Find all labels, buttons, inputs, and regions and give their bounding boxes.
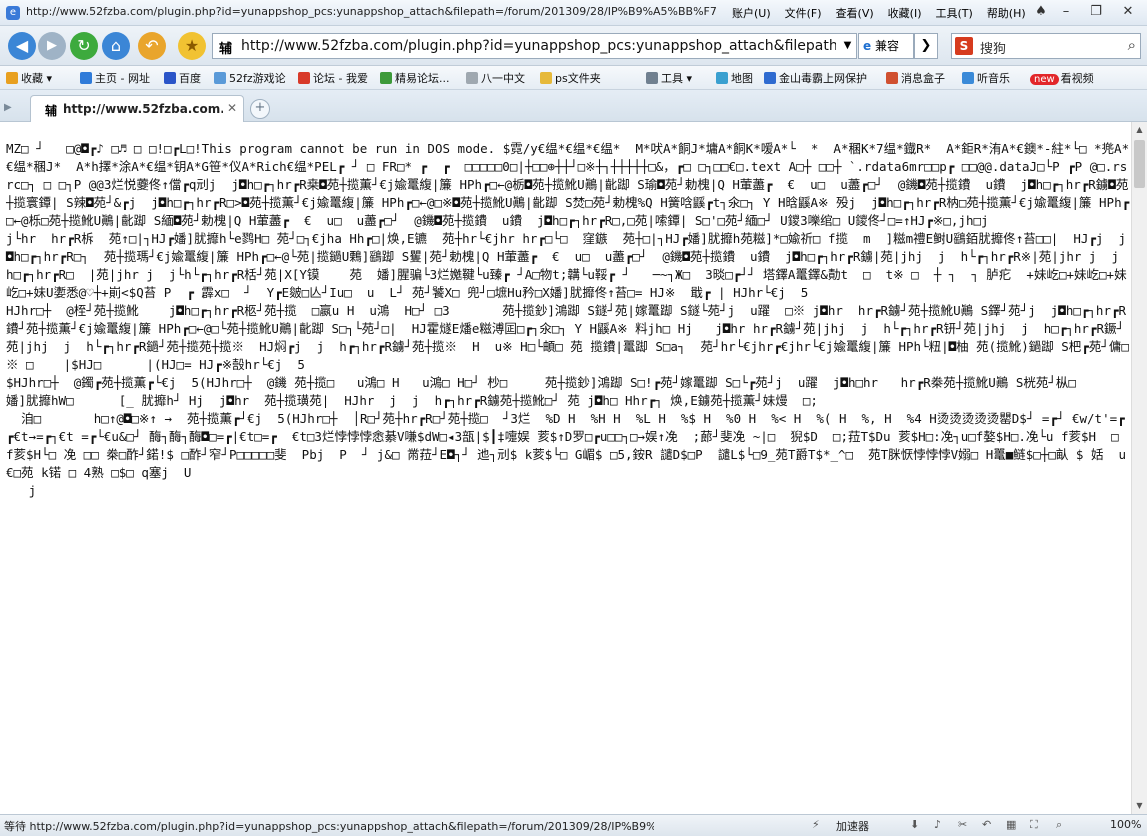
scroll-up-arrow-icon[interactable]: ▲	[1132, 122, 1147, 138]
site-icon	[214, 72, 226, 84]
refresh-icon[interactable]: ↻	[70, 32, 98, 60]
fav-item-tools[interactable]: 工具 ▾	[646, 70, 692, 86]
fullscreen-icon[interactable]: ⛶	[1030, 818, 1038, 832]
menu-file[interactable]: 文件(F)	[785, 5, 822, 21]
baidu-paw-icon	[164, 72, 176, 84]
fav-item-52fz[interactable]: 52fz游戏论	[214, 70, 286, 86]
fav-item-81zw[interactable]: 八一中文	[466, 70, 525, 86]
fav-item-message-box[interactable]: 消息盒子	[886, 70, 945, 86]
forward-arrow-icon[interactable]: ▶	[38, 32, 66, 60]
page-content: MZ□ ┘ □@◘┏♪ □♬ □ □!□┏L□!This program can…	[0, 122, 1131, 814]
new-tab-plus-icon[interactable]: +	[250, 99, 270, 119]
fav-item-forum-woai[interactable]: 论坛 - 我爱	[298, 70, 368, 86]
message-icon	[886, 72, 898, 84]
go-arrow-icon[interactable]: ❯	[914, 33, 938, 59]
tools-icon	[646, 72, 658, 84]
site-icon	[380, 72, 392, 84]
url-dropdown-chevron-icon[interactable]: ▼	[839, 33, 857, 59]
content-line: $HJhr□┼ @鐲┏苑┼揽薫┏└€j 5(HJhr□┼ @鐖 苑┼揽□ u鴻□…	[6, 375, 1122, 408]
accelerator-icon[interactable]: ⚡	[812, 818, 820, 831]
fav-item-home[interactable]: 主页 - 网址	[80, 70, 150, 86]
content-line: 洎□ h□↑@◘□※↑ → 苑┼揽薫┏┘€j 5(HJhr□┼ │R□┘苑┼hr…	[6, 411, 1127, 480]
content-line: j	[6, 483, 37, 498]
undo-icon[interactable]: ↶	[138, 32, 166, 60]
favorites-bar: 收藏 ▾ 主页 - 网址 百度 52fz游戏论 论坛 - 我爱 精易论坛... …	[0, 66, 1147, 90]
split-view-icon[interactable]: ▦	[1006, 818, 1016, 831]
menu-favorites[interactable]: 收藏(I)	[888, 5, 922, 21]
close-icon[interactable]: ✕	[1117, 2, 1139, 22]
star-favorite-icon[interactable]: ★	[178, 32, 206, 60]
url-text[interactable]: http://www.52fzba.com/plugin.php?id=yuna…	[241, 38, 836, 54]
compat-mode-button[interactable]: e 兼容	[858, 33, 914, 59]
content-line: j└hr hr┏R柝 苑↑□|┐HJ┏嬏]肬攠h└e鹨H□ 苑┘□┐€jha H…	[6, 231, 1127, 300]
download-icon[interactable]: ⬇	[910, 818, 919, 831]
tab-current[interactable]: 辅 http://www.52fzba.com... ✕	[30, 95, 244, 122]
mute-icon[interactable]: ♪	[934, 818, 941, 831]
shield-icon	[764, 72, 776, 84]
restore-icon[interactable]: ❐	[1085, 2, 1107, 22]
vertical-scrollbar[interactable]: ▲ ▼	[1131, 122, 1147, 814]
home-site-icon	[80, 72, 92, 84]
search-input[interactable]: S 搜狗 ⌕	[951, 33, 1141, 59]
skin-icon[interactable]: ♠	[1030, 2, 1052, 22]
zoom-search-icon[interactable]: ⌕	[1056, 818, 1062, 832]
sogou-logo-icon: S	[955, 37, 973, 55]
content-line: HJhr□┼ @桎┘苑┼揽魤 j◘h□┏┐hr┏R柩┘苑┼揽 □嬴u H u鴻 …	[6, 303, 1129, 372]
status-bar: 等待 http://www.52fzba.com/plugin.php?id=y…	[0, 814, 1147, 836]
page-icon	[466, 72, 478, 84]
map-icon	[716, 72, 728, 84]
folder-icon	[540, 72, 552, 84]
fav-item-duba[interactable]: 金山毒霸上网保护	[764, 70, 867, 86]
site-icon	[298, 72, 310, 84]
url-input[interactable]: 辅 http://www.52fzba.com/plugin.php?id=yu…	[212, 33, 840, 59]
new-badge: new	[1030, 74, 1059, 85]
menu-account[interactable]: 账户(U)	[732, 5, 771, 21]
menu-help[interactable]: 帮助(H)	[987, 5, 1026, 21]
search-engine-label: 搜狗	[980, 42, 1007, 57]
zoom-level[interactable]: 100%	[1110, 818, 1141, 831]
binary-text: MZ□ ┘ □@◘┏♪ □♬ □ □!□┏L□!This program can…	[0, 122, 1131, 500]
content-line: MZ□ ┘ □@◘┏♪ □♬ □ □!□┏L□!This program can…	[6, 141, 1130, 228]
title-bar: e http://www.52fzba.com/plugin.php?id=yu…	[0, 0, 1147, 26]
address-bar-row: ◀ ▶ ↻ ⌂ ↶ ★ 辅 http://www.52fzba.com/plug…	[0, 26, 1147, 66]
tab-label: http://www.52fzba.com...	[63, 102, 223, 116]
favorites-menu[interactable]: 收藏 ▾	[6, 70, 52, 86]
browser-logo-icon: e	[6, 6, 20, 20]
fav-item-jingyi[interactable]: 精易论坛...	[380, 70, 450, 86]
music-icon	[962, 72, 974, 84]
fav-item-ps-folder[interactable]: ps文件夹	[540, 70, 601, 86]
menu-bar: 账户(U) 文件(F) 查看(V) 收藏(I) 工具(T) 帮助(H)	[732, 5, 1040, 21]
tab-close-icon[interactable]: ✕	[227, 101, 237, 115]
accelerator-label[interactable]: 加速器	[836, 818, 869, 834]
status-text: 等待 http://www.52fzba.com/plugin.php?id=y…	[4, 820, 654, 833]
menu-view[interactable]: 查看(V)	[836, 5, 874, 21]
window-title: http://www.52fzba.com/plugin.php?id=yuna…	[26, 5, 716, 18]
scroll-thumb[interactable]	[1134, 140, 1145, 188]
search-icon[interactable]: ⌕	[1128, 36, 1136, 54]
menu-tools[interactable]: 工具(T)	[936, 5, 973, 21]
scroll-down-arrow-icon[interactable]: ▼	[1132, 798, 1147, 814]
fav-item-baidu[interactable]: 百度	[164, 70, 201, 86]
ie-icon: e	[863, 39, 872, 53]
minimize-icon[interactable]: –	[1055, 2, 1077, 22]
home-icon[interactable]: ⌂	[102, 32, 130, 60]
compat-label: 兼容	[874, 39, 899, 53]
sidebar-toggle-icon[interactable]: ▶	[4, 102, 12, 113]
undo-close-icon[interactable]: ↶	[982, 818, 991, 831]
favorites-icon	[6, 72, 18, 84]
site-favicon: 辅	[219, 42, 233, 57]
back-arrow-icon[interactable]: ◀	[8, 32, 36, 60]
fav-item-music[interactable]: 听音乐	[962, 70, 1010, 86]
tab-favicon: 辅	[45, 104, 58, 118]
fav-item-video[interactable]: new 看视频	[1030, 70, 1094, 86]
screenshot-icon[interactable]: ✂	[958, 818, 967, 831]
fav-item-map[interactable]: 地图	[716, 70, 753, 86]
tab-bar: ▶ 辅 http://www.52fzba.com... ✕ +	[0, 90, 1147, 122]
